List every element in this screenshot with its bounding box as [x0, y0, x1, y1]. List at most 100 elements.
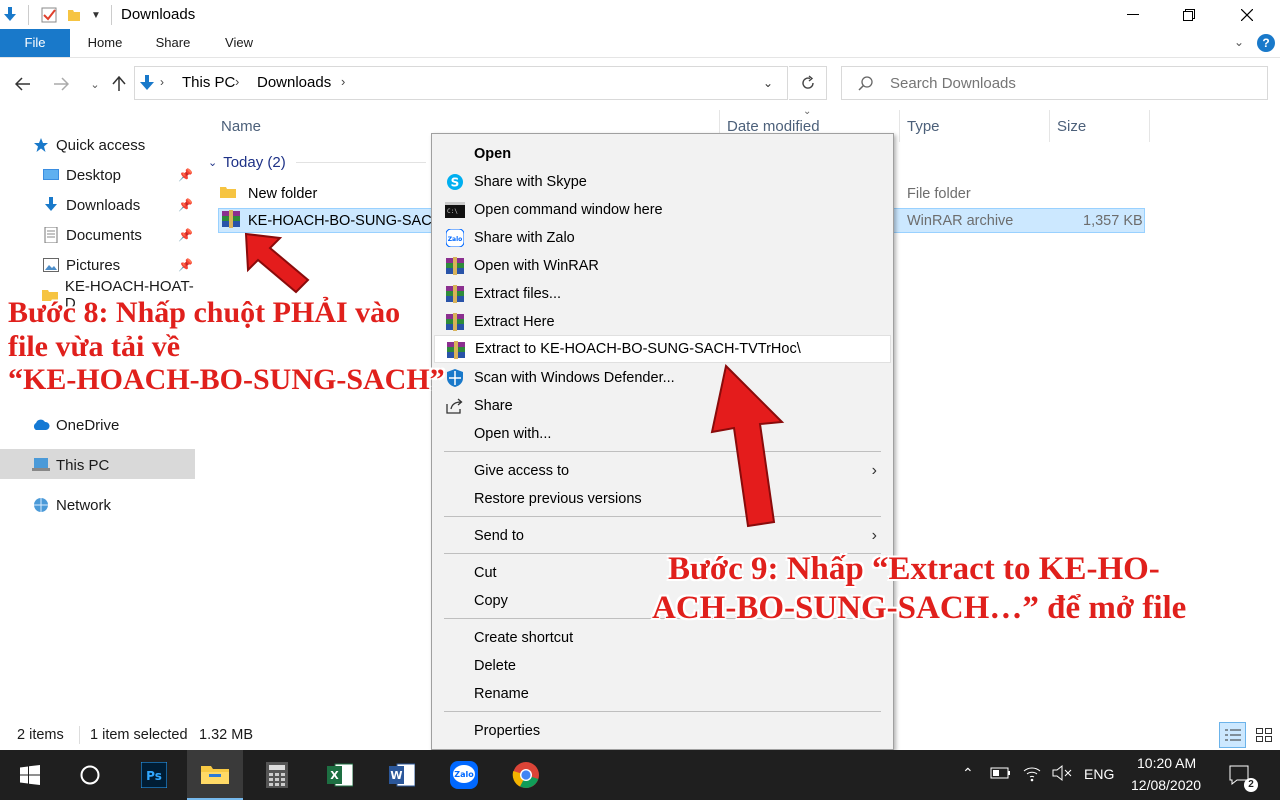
volume-muted-icon[interactable] — [1052, 764, 1074, 785]
menu-item-label: Give access to — [474, 463, 570, 479]
menu-item-open-cmd[interactable]: C:\ Open command window here — [434, 196, 891, 224]
ribbon: File Home Share View ⌄ ? — [0, 29, 1280, 58]
svg-text:W: W — [390, 769, 402, 782]
chrome-icon[interactable] — [498, 750, 554, 800]
menu-item-label: Send to — [474, 528, 524, 544]
tab-home[interactable]: Home — [78, 29, 132, 57]
sidebar-item-this-pc[interactable]: This PC — [32, 450, 109, 480]
column-divider[interactable] — [1049, 110, 1050, 142]
menu-item-give-access[interactable]: Give access to › — [434, 457, 891, 485]
tab-file[interactable]: File — [0, 29, 70, 57]
zalo-icon[interactable]: Zalo — [436, 750, 492, 800]
restore-button[interactable] — [1160, 0, 1218, 29]
winrar-icon — [445, 312, 465, 332]
recent-locations-icon[interactable]: ⌄ — [82, 72, 108, 96]
sidebar-item-documents[interactable]: Documents — [42, 220, 142, 250]
pin-icon[interactable]: 📌 — [178, 228, 193, 242]
show-hidden-icons-icon[interactable]: ⌃ — [962, 765, 974, 782]
menu-item-extract-here[interactable]: Extract Here — [434, 308, 891, 336]
menu-item-extract-files[interactable]: Extract files... — [434, 280, 891, 308]
cortana-icon[interactable] — [62, 750, 118, 800]
column-divider[interactable] — [899, 110, 900, 142]
menu-item-rename[interactable]: Rename — [434, 680, 891, 708]
menu-item-share[interactable]: Share — [434, 392, 891, 420]
language-indicator[interactable]: ENG — [1084, 766, 1114, 782]
breadcrumb-this-pc[interactable]: This PC — [182, 74, 235, 91]
column-divider[interactable] — [1149, 110, 1150, 142]
file-type: WinRAR archive — [907, 212, 1014, 229]
menu-item-extract-to-folder[interactable]: Extract to KE-HOACH-BO-SUNG-SACH-TVTrHoc… — [434, 335, 891, 363]
minimize-button[interactable] — [1104, 0, 1162, 29]
help-icon[interactable]: ? — [1257, 34, 1275, 52]
tab-share[interactable]: Share — [146, 29, 200, 57]
menu-item-delete[interactable]: Delete — [434, 652, 891, 680]
menu-item-create-shortcut[interactable]: Create shortcut — [434, 624, 891, 652]
photoshop-icon[interactable]: Ps — [126, 750, 182, 800]
large-icons-view-button[interactable] — [1250, 722, 1277, 748]
clock-time[interactable]: 10:20 AM — [1137, 755, 1196, 771]
annotation-step9-line2: ACH-BO-SUNG-SACH…” để mở file — [652, 590, 1187, 626]
menu-item-open[interactable]: Open — [434, 140, 891, 168]
menu-item-open-with[interactable]: Open with... — [434, 420, 891, 448]
menu-item-label: Restore previous versions — [474, 491, 642, 507]
annotation-step8-line1: Bước 8: Nhấp chuột PHẢI vào — [8, 296, 401, 329]
breadcrumb-chevron-icon[interactable]: › — [341, 74, 345, 89]
word-icon[interactable]: W — [374, 750, 430, 800]
address-bar[interactable]: › This PC › Downloads › ⌄ — [134, 66, 788, 100]
breadcrumb-downloads[interactable]: Downloads — [257, 74, 331, 91]
status-items-count: 2 items — [17, 727, 64, 743]
start-icon[interactable] — [2, 750, 58, 800]
window-title: Downloads — [121, 6, 196, 23]
menu-item-restore-versions[interactable]: Restore previous versions — [434, 485, 891, 513]
back-button[interactable] — [10, 72, 36, 96]
pin-icon[interactable]: 📌 — [178, 168, 193, 182]
file-explorer-icon[interactable] — [187, 750, 243, 800]
menu-item-scan-defender[interactable]: Scan with Windows Defender... — [434, 364, 891, 392]
ribbon-expand-icon[interactable]: ⌄ — [1234, 35, 1244, 49]
search-input[interactable] — [890, 73, 1250, 93]
clock-date[interactable]: 12/08/2020 — [1131, 777, 1201, 793]
sidebar-item-label: Documents — [66, 226, 142, 244]
column-header-type[interactable]: Type — [907, 118, 940, 135]
wifi-icon[interactable] — [1022, 764, 1042, 785]
menu-item-share-skype[interactable]: S Share with Skype — [434, 168, 891, 196]
refresh-button[interactable] — [789, 66, 827, 100]
menu-item-open-winrar[interactable]: Open with WinRAR — [434, 252, 891, 280]
cloud-icon — [32, 416, 50, 434]
close-button[interactable] — [1218, 0, 1276, 29]
sidebar-item-downloads[interactable]: Downloads — [42, 190, 140, 220]
svg-text:C:\: C:\ — [447, 208, 458, 215]
menu-item-properties[interactable]: Properties — [434, 717, 891, 745]
status-divider — [79, 726, 80, 744]
sidebar-item-network[interactable]: Network — [32, 490, 111, 520]
new-folder-icon[interactable] — [64, 5, 84, 25]
menu-item-label: Extract to KE-HOACH-BO-SUNG-SACH-TVTrHoc… — [475, 341, 801, 357]
star-icon — [32, 136, 50, 154]
quick-access-download-icon[interactable] — [0, 5, 20, 25]
computer-icon — [32, 456, 50, 474]
collapse-chevron-icon[interactable]: ⌄ — [208, 156, 217, 169]
breadcrumb-chevron-icon[interactable]: › — [235, 74, 239, 89]
group-header-today[interactable]: ⌄ Today (2) — [208, 150, 426, 175]
search-box — [841, 66, 1268, 100]
pin-icon[interactable]: 📌 — [178, 258, 193, 272]
column-header-name[interactable]: Name — [221, 118, 261, 135]
up-button[interactable] — [106, 72, 132, 96]
calculator-icon[interactable] — [249, 750, 305, 800]
details-view-button[interactable] — [1219, 722, 1246, 748]
excel-icon[interactable]: X — [312, 750, 368, 800]
sidebar-item-quick-access[interactable]: Quick access — [32, 130, 145, 160]
pin-icon[interactable]: 📌 — [178, 198, 193, 212]
forward-button[interactable] — [48, 72, 74, 96]
properties-check-icon[interactable] — [38, 5, 60, 25]
menu-item-send-to[interactable]: Send to › — [434, 522, 891, 550]
sidebar-item-desktop[interactable]: Desktop — [42, 160, 121, 190]
menu-item-share-zalo[interactable]: Zalo Share with Zalo — [434, 224, 891, 252]
address-dropdown-icon[interactable]: ⌄ — [763, 76, 773, 90]
tab-view[interactable]: View — [212, 29, 266, 57]
sidebar-item-onedrive[interactable]: OneDrive — [32, 410, 119, 440]
battery-icon[interactable] — [990, 766, 1012, 783]
qat-dropdown-icon[interactable]: ▼ — [88, 5, 104, 25]
column-header-size[interactable]: Size — [1057, 118, 1086, 135]
sidebar-item-pictures[interactable]: Pictures — [42, 250, 120, 280]
